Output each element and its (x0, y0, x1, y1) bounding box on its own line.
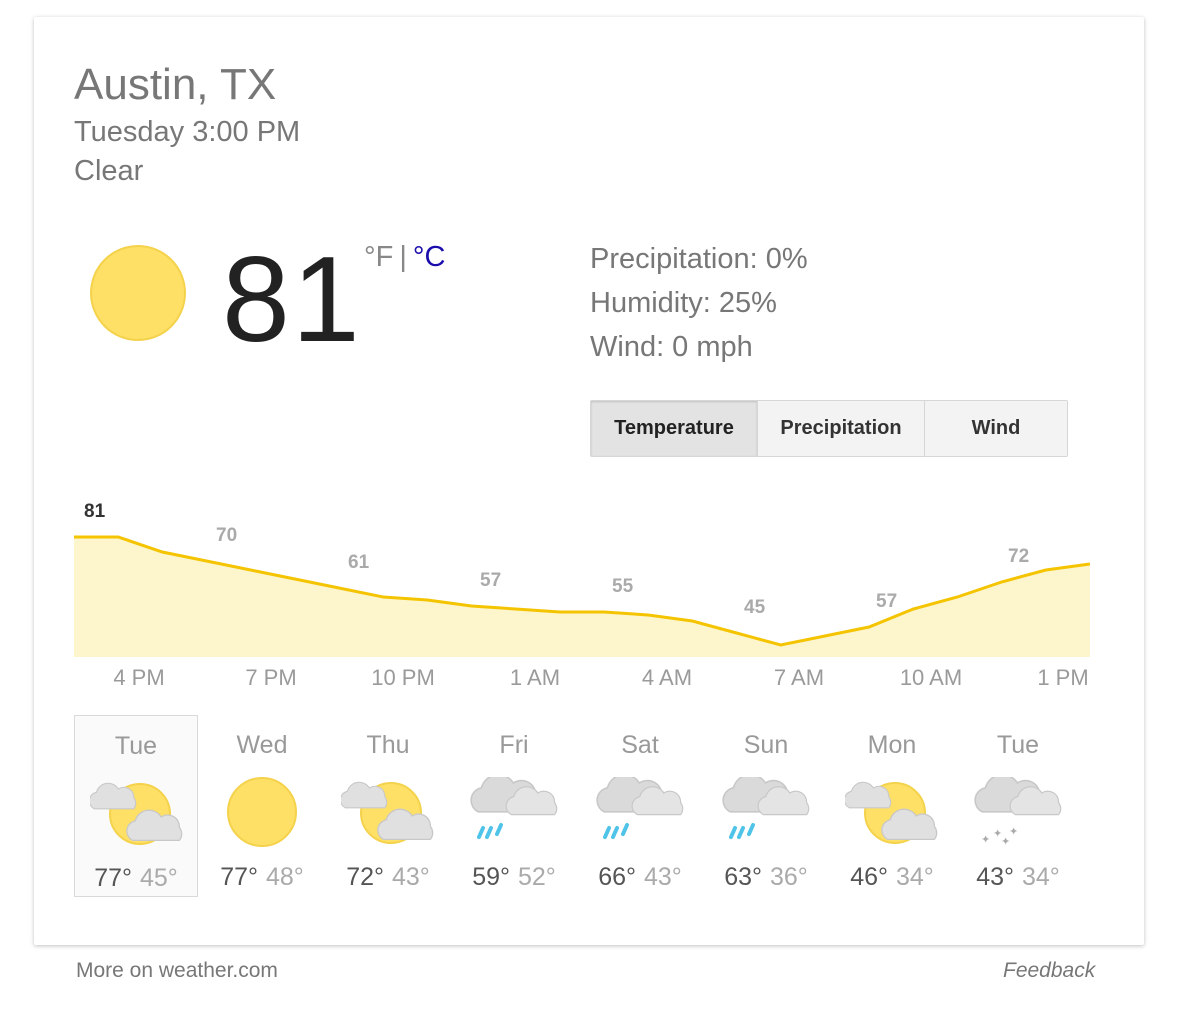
day-high: 59° (472, 863, 510, 891)
unit-celsius-link[interactable]: °C (413, 241, 446, 273)
day-high: 77° (220, 863, 258, 891)
weather-card: Austin, TX Tuesday 3:00 PM Clear 81 °F | °… (34, 17, 1144, 945)
chart-point-label: 61 (348, 552, 370, 573)
day-forecast-tue[interactable]: Tue 77° 45° (74, 715, 198, 897)
chart-point-label: 81 (84, 501, 106, 522)
hour-tick-label: 1 PM (1037, 665, 1089, 690)
day-high: 72° (346, 863, 384, 891)
rain-icon (596, 777, 684, 839)
day-forecast-sun[interactable]: Sun 63° 36° (704, 715, 828, 897)
location-title: Austin, TX (74, 60, 277, 109)
unit-separator: | (399, 241, 407, 273)
tab-wind[interactable]: Wind (924, 401, 1067, 456)
day-name: Sun (743, 731, 789, 759)
day-low: 43° (644, 863, 682, 891)
day-low: 45° (140, 864, 178, 892)
chart-point-label: 45 (744, 597, 766, 618)
chart-point-label: 57 (480, 570, 501, 591)
day-low: 43° (392, 863, 430, 891)
day-name: Mon (867, 731, 917, 759)
day-forecast-mon[interactable]: Mon 46° 34° (830, 715, 954, 897)
day-high: 77° (94, 864, 132, 892)
chart-tabs: Temperature Precipitation Wind (590, 400, 1068, 457)
temperature-chart: 81 70 61 57 55 45 57 72 (74, 501, 1091, 657)
condition: Clear (74, 155, 144, 187)
chart-point-label: 70 (216, 525, 237, 546)
chart-point-label: 57 (876, 591, 897, 612)
rain-icon (470, 777, 558, 839)
day-low: 34° (1022, 863, 1060, 891)
weather-details: Precipitation: 0% Humidity: 25% Wind: 0 … (590, 237, 808, 369)
day-high: 43° (976, 863, 1014, 891)
day-name: Fri (499, 731, 529, 759)
hour-tick-label: 7 AM (773, 665, 825, 690)
partly-cloudy-icon (845, 781, 938, 844)
unit-switch: °F | °C (364, 241, 445, 274)
partly-cloudy-icon (341, 781, 434, 844)
hour-tick-label: 4 AM (641, 665, 693, 690)
day-temps: 66° 43° (578, 863, 702, 892)
day-high: 46° (850, 863, 888, 891)
day-temps: 46° 34° (830, 863, 954, 892)
svg-text:✦: ✦ (981, 833, 990, 846)
day-name: Tue (996, 731, 1040, 759)
rain-icon (722, 777, 810, 839)
day-low: 52° (518, 863, 556, 891)
svg-text:✦: ✦ (1009, 825, 1018, 838)
day-temps: 63° 36° (704, 863, 828, 892)
day-temps: 77° 48° (200, 863, 324, 892)
tab-temperature[interactable]: Temperature (591, 401, 757, 456)
day-name: Thu (366, 731, 410, 759)
day-forecast-wed[interactable]: Wed 77° 48° (200, 715, 324, 897)
day-high: 63° (724, 863, 762, 891)
wind-text: Wind: 0 mph (590, 331, 753, 363)
day-forecast-fri[interactable]: Fri 59° 52° (452, 715, 576, 897)
feedback-link[interactable]: Feedback (1003, 959, 1095, 983)
tab-precipitation[interactable]: Precipitation (757, 401, 924, 456)
datetime: Tuesday 3:00 PM (74, 116, 301, 148)
sun-icon (90, 245, 186, 341)
hour-tick-label: 10 PM (371, 665, 435, 690)
more-on-weather-link[interactable]: More on weather.com (76, 959, 278, 983)
hour-tick-label: 10 AM (899, 665, 963, 690)
day-temps: 43° 34° (956, 863, 1080, 892)
day-high: 66° (598, 863, 636, 891)
hour-tick-label: 1 AM (509, 665, 561, 690)
hour-tick-label: 7 PM (245, 665, 297, 690)
current-temperature: 81 (222, 231, 362, 367)
day-forecast-tue[interactable]: Tue ✦ ✦ ✦ ✦ 43° 34° (956, 715, 1080, 897)
hour-axis: 4 PM 7 PM 10 PM 1 AM 4 AM 7 AM 10 AM 1 PM (34, 665, 1144, 695)
day-name: Wed (236, 731, 288, 759)
temperature-area (74, 537, 1090, 657)
day-forecast-thu[interactable]: Thu 72° 43° (326, 715, 450, 897)
day-forecast-sat[interactable]: Sat 66° 43° (578, 715, 702, 897)
precipitation-text: Precipitation: 0% (590, 243, 808, 275)
day-low: 36° (770, 863, 808, 891)
day-low: 34° (896, 863, 934, 891)
day-name: Tue (114, 732, 158, 760)
sun-icon (227, 777, 297, 847)
daily-forecast: Tue 77° 45° Wed 77° 48° Thu 72° 43° Fri 59° 52° S… (74, 715, 1074, 899)
day-low: 48° (266, 863, 304, 891)
day-name: Sat (621, 731, 659, 759)
snow-icon: ✦ ✦✦✦ (974, 777, 1062, 847)
chart-point-label: 72 (1008, 546, 1029, 567)
day-temps: 72° 43° (326, 863, 450, 892)
partly-cloudy-icon (90, 782, 183, 845)
humidity-text: Humidity: 25% (590, 287, 777, 319)
unit-fahrenheit: °F (364, 241, 394, 273)
day-temps: 59° 52° (452, 863, 576, 892)
day-temps: 77° 45° (75, 864, 197, 893)
chart-point-label: 55 (612, 576, 634, 597)
hour-tick-label: 4 PM (113, 665, 165, 690)
